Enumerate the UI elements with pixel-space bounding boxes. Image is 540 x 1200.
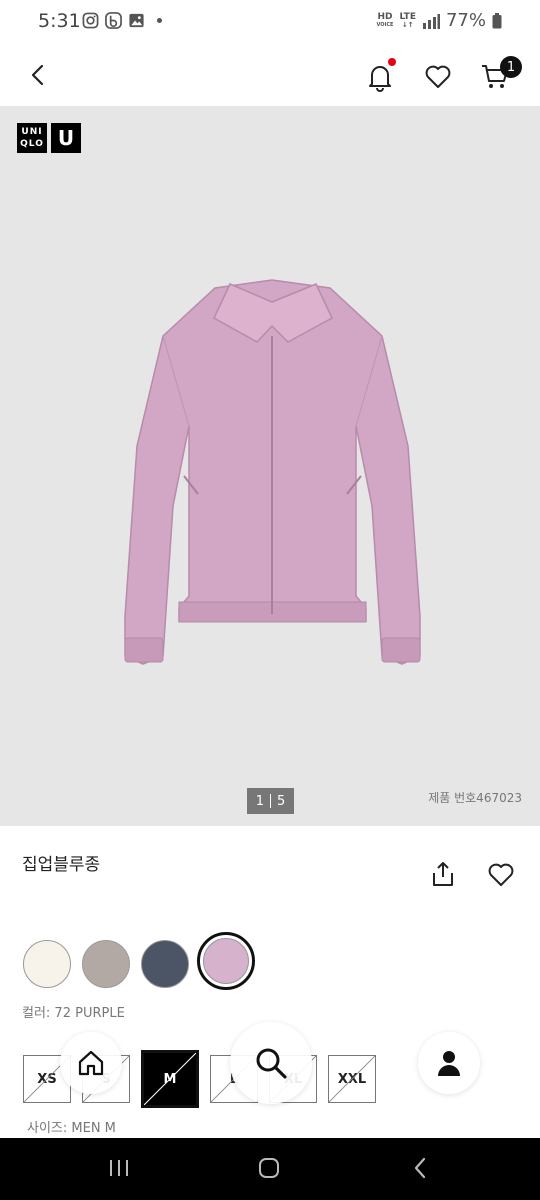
pager-divider <box>270 794 271 808</box>
cart-count-badge: 1 <box>500 56 522 78</box>
home-icon <box>78 1050 104 1076</box>
wishlist-heart-icon[interactable] <box>487 862 515 888</box>
status-time: 5:31 <box>38 10 81 32</box>
color-swatch-purple <box>203 938 249 984</box>
product-image-carousel[interactable]: UNI QLO U 1 5 제품 번호467023 <box>0 106 540 826</box>
user-icon <box>438 1051 460 1076</box>
product-title: 집업블루종 <box>22 855 101 875</box>
instagram-icon <box>82 12 99 29</box>
color-swatch-purple-selected[interactable] <box>197 932 255 990</box>
notifications-button[interactable] <box>366 58 396 92</box>
heart-icon[interactable] <box>424 64 452 90</box>
image-pager: 1 5 <box>247 788 294 814</box>
account-button[interactable] <box>418 1032 480 1094</box>
hd-voice-indicator: HD VOICE <box>376 12 394 29</box>
selected-size-label: 사이즈: MEN M <box>27 1121 116 1136</box>
product-jacket-image <box>124 279 421 665</box>
lte-indicator: LTE ↓↑ <box>399 11 416 29</box>
share-icon[interactable] <box>430 860 456 888</box>
status-system-icons: HD VOICE LTE ↓↑ 77% <box>376 10 502 31</box>
recents-icon[interactable] <box>108 1158 130 1178</box>
color-swatches <box>23 932 255 990</box>
status-bar: 5:31 HD VOICE LTE ↓↑ 77% <box>0 0 540 44</box>
system-navigation-bar <box>0 1138 540 1200</box>
status-notification-icons <box>82 12 162 29</box>
signal-icon <box>422 13 440 29</box>
bell-icon <box>369 66 391 92</box>
size-option-m-selected[interactable]: M <box>141 1050 199 1108</box>
uniqlo-logo: UNI QLO <box>17 123 47 153</box>
app-header: 1 <box>0 44 540 106</box>
nav-back-icon[interactable] <box>412 1156 428 1180</box>
notification-dot <box>388 58 396 66</box>
size-option-xxl[interactable]: XXL <box>328 1055 376 1103</box>
color-swatch-beige-gray[interactable] <box>82 939 130 988</box>
band-icon <box>105 12 122 29</box>
color-swatch-offwhite[interactable] <box>23 939 71 988</box>
nav-home-icon[interactable] <box>258 1157 280 1179</box>
uniqlo-u-logo: U <box>51 123 81 153</box>
color-swatch-navy-gray[interactable] <box>141 939 189 988</box>
home-button[interactable] <box>60 1032 122 1094</box>
product-code: 제품 번호467023 <box>428 791 522 805</box>
battery-icon <box>492 12 502 28</box>
pager-current: 1 <box>255 793 264 809</box>
pager-total: 5 <box>277 793 286 809</box>
search-icon <box>256 1048 287 1079</box>
more-notifications-dot <box>157 18 162 23</box>
gallery-icon <box>129 13 144 28</box>
search-button[interactable] <box>230 1022 312 1104</box>
selected-color-label: 컬러: 72 PURPLE <box>22 1006 125 1021</box>
back-icon[interactable] <box>26 62 52 88</box>
battery-percent: 77% <box>445 10 486 31</box>
